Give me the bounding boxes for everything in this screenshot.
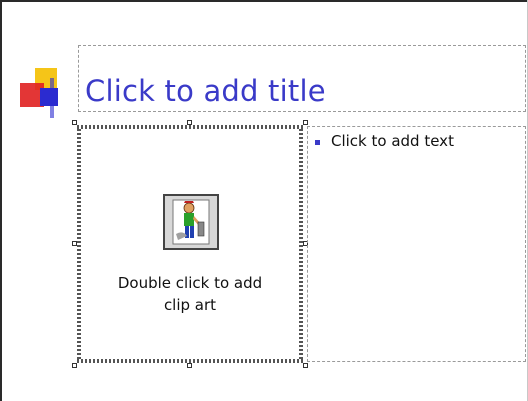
resize-handle-bottom[interactable] [187,363,192,368]
resize-handle-bottom-right[interactable] [303,363,308,368]
resize-handle-bottom-left[interactable] [72,363,77,368]
resize-handle-top[interactable] [187,120,192,125]
clipart-placeholder-text: Double click to add clip art [77,272,303,316]
clipart-caption-line: Double click to add [117,274,263,292]
office-logo-icon [20,68,58,118]
clip-art-icon[interactable] [163,194,219,250]
title-placeholder-text: Click to add title [85,74,326,108]
square-bullet-icon [315,140,320,145]
clipart-placeholder[interactable]: Double click to add clip art [72,120,308,368]
clipart-caption-line: clip art [163,296,217,314]
text-placeholder-text: Click to add text [331,132,454,150]
resize-handle-top-left[interactable] [72,120,77,125]
title-placeholder[interactable]: Click to add title [78,45,526,112]
text-placeholder[interactable]: Click to add text [307,126,526,362]
resize-handle-left[interactable] [72,241,77,246]
resize-handle-top-right[interactable] [303,120,308,125]
